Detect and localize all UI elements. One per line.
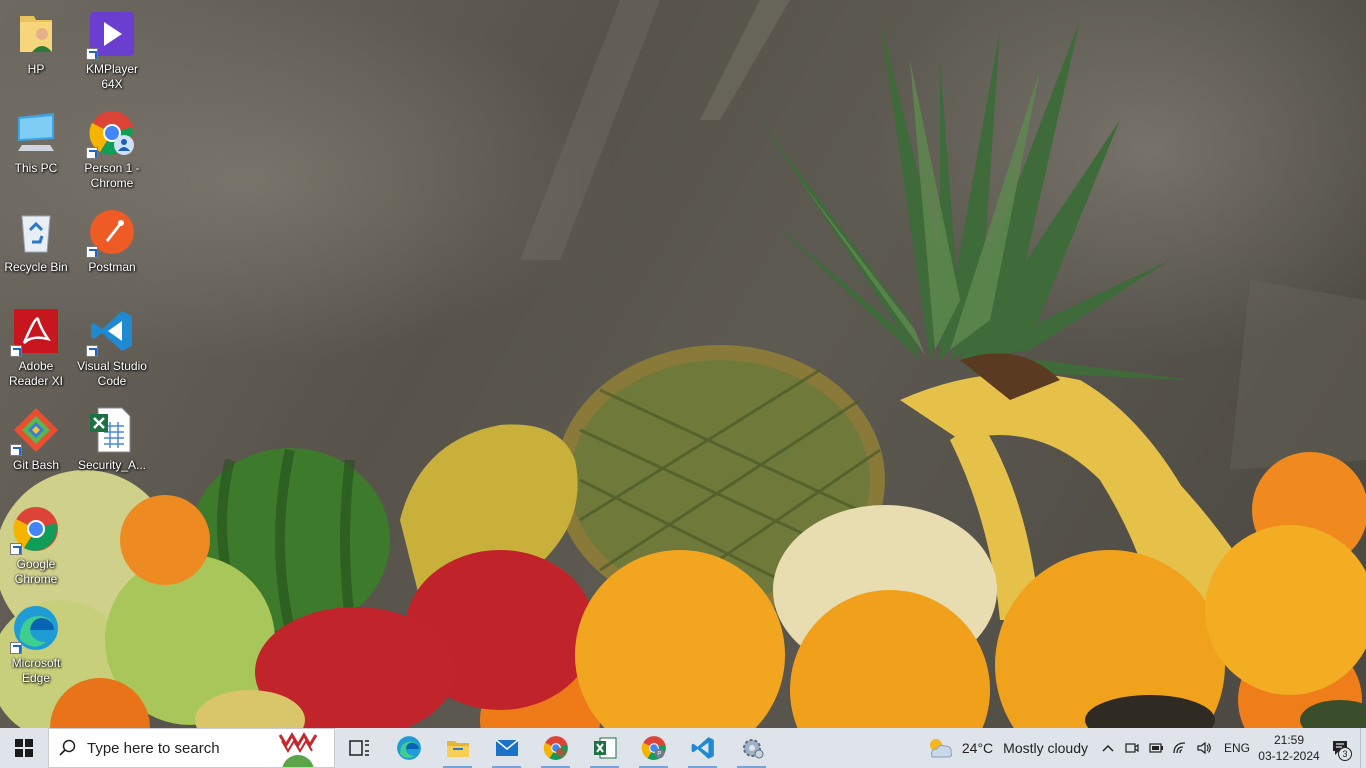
excel-icon xyxy=(593,737,616,759)
task-view-button[interactable] xyxy=(335,728,384,768)
search-highlight-art-icon xyxy=(278,732,318,767)
weather-widget[interactable]: 24°C Mostly cloudy xyxy=(918,728,1096,768)
notification-count-badge: 3 xyxy=(1338,747,1352,761)
git-bash-icon xyxy=(10,406,60,456)
this-pc-icon xyxy=(12,109,60,157)
file-explorer-icon xyxy=(446,741,469,757)
tray-wifi[interactable] xyxy=(1168,728,1192,768)
tray-camera[interactable] xyxy=(1120,728,1144,768)
desktop-icon-adobe-reader[interactable]: Adobe Reader XI xyxy=(0,303,74,395)
chevron-up-icon xyxy=(1102,744,1114,752)
taskbar-excel[interactable] xyxy=(580,728,629,768)
speaker-icon xyxy=(1197,741,1211,755)
desktop-icon-kmplayer[interactable]: KMPlayer 64X xyxy=(74,6,150,98)
task-view-icon xyxy=(348,740,369,756)
chrome-profile-icon: P xyxy=(641,736,666,760)
shortcut-arrow-icon xyxy=(86,147,98,159)
edge-icon xyxy=(10,604,60,654)
show-desktop-button[interactable] xyxy=(1360,728,1366,768)
postman-icon xyxy=(86,208,136,258)
taskbar: Type here to search P 24°C Mostly cloudy… xyxy=(0,728,1366,768)
taskbar-vscode[interactable] xyxy=(678,728,727,768)
battery-icon xyxy=(1149,743,1163,753)
desktop-icon-this-pc[interactable]: This PC xyxy=(0,105,74,197)
desktop-icon-label: Adobe Reader XI xyxy=(8,359,64,388)
shortcut-arrow-icon xyxy=(10,345,22,357)
action-center-button[interactable]: 3 xyxy=(1320,728,1360,768)
desktop-icon-postman[interactable]: Postman xyxy=(74,204,150,296)
tray-battery[interactable] xyxy=(1144,728,1168,768)
desktop-wallpaper xyxy=(0,0,1366,728)
chrome-profile-icon xyxy=(86,109,136,159)
start-button[interactable] xyxy=(0,728,48,768)
user-folder-icon xyxy=(12,10,60,58)
desktop-icon-recycle-bin[interactable]: Recycle Bin xyxy=(0,204,74,296)
taskbar-control-panel[interactable] xyxy=(727,728,776,768)
search-placeholder: Type here to search xyxy=(87,739,220,757)
desktop-icon-label: Google Chrome xyxy=(14,557,58,586)
desktop-icon-person-1-chrome[interactable]: Person 1 - Chrome xyxy=(74,105,150,197)
desktop-icon-label: Git Bash xyxy=(12,458,60,472)
taskbar-file-explorer[interactable] xyxy=(433,728,482,768)
desktop-icon-label: Postman xyxy=(88,260,136,274)
edge-icon xyxy=(396,736,421,760)
desktop-icon-label: Recycle Bin xyxy=(4,260,68,274)
chrome-icon xyxy=(543,736,568,760)
settings-icon xyxy=(742,739,763,759)
desktop-icon-label: This PC xyxy=(14,161,58,175)
shortcut-arrow-icon xyxy=(10,642,22,654)
weather-temperature: 24°C xyxy=(961,740,994,756)
taskbar-edge[interactable] xyxy=(384,728,433,768)
cloudy-sun-icon xyxy=(929,739,953,758)
shortcut-arrow-icon xyxy=(10,543,22,555)
recycle-bin-icon xyxy=(12,208,60,256)
search-icon xyxy=(49,739,87,757)
show-hidden-icons-button[interactable] xyxy=(1096,728,1120,768)
windows-logo-icon xyxy=(15,739,33,757)
taskbar-chrome[interactable] xyxy=(531,728,580,768)
mail-icon xyxy=(495,739,518,756)
svg-text:P: P xyxy=(657,752,661,758)
desktop-icon-label: HP xyxy=(27,62,45,76)
system-tray: 24°C Mostly cloudy ENG 21:59 03-12-2024 … xyxy=(918,728,1366,768)
taskbar-search-box[interactable]: Type here to search xyxy=(48,728,335,768)
weather-description: Mostly cloudy xyxy=(1003,740,1088,756)
desktop-icon-label: Visual Studio Code xyxy=(77,359,147,388)
shortcut-arrow-icon xyxy=(86,48,98,60)
vscode-icon xyxy=(86,307,136,357)
adobe-reader-icon xyxy=(10,307,60,357)
desktop-icon-label: Person 1 - Chrome xyxy=(84,161,140,190)
clock-date: 03-12-2024 xyxy=(1258,749,1320,763)
vscode-icon xyxy=(691,737,714,759)
wifi-icon xyxy=(1173,742,1186,754)
excel-file-icon xyxy=(88,406,136,454)
language-indicator[interactable]: ENG xyxy=(1216,741,1258,755)
clock-time: 21:59 xyxy=(1273,733,1305,747)
desktop-icon-git-bash[interactable]: Git Bash xyxy=(0,402,74,494)
shortcut-arrow-icon xyxy=(86,246,98,258)
shortcut-arrow-icon xyxy=(86,345,98,357)
desktop-icon-security-file[interactable]: Security_A... xyxy=(74,402,150,494)
desktop-icon-vscode[interactable]: Visual Studio Code xyxy=(74,303,150,395)
desktop-icon-label: Microsoft Edge xyxy=(11,656,61,685)
taskbar-chrome-profile[interactable]: P xyxy=(629,728,678,768)
chrome-icon xyxy=(10,505,60,555)
camera-icon xyxy=(1125,743,1139,753)
desktop-icon-label: KMPlayer 64X xyxy=(85,62,138,91)
desktop-icon-microsoft-edge[interactable]: Microsoft Edge xyxy=(0,600,74,692)
taskbar-mail[interactable] xyxy=(482,728,531,768)
kmplayer-icon xyxy=(86,10,136,60)
desktop-icon-hp[interactable]: HP xyxy=(0,6,74,98)
desktop-icon-label: Security_A... xyxy=(77,458,147,472)
clock[interactable]: 21:59 03-12-2024 xyxy=(1258,732,1320,764)
shortcut-arrow-icon xyxy=(10,444,22,456)
desktop-icon-google-chrome[interactable]: Google Chrome xyxy=(0,501,74,593)
tray-volume[interactable] xyxy=(1192,728,1216,768)
